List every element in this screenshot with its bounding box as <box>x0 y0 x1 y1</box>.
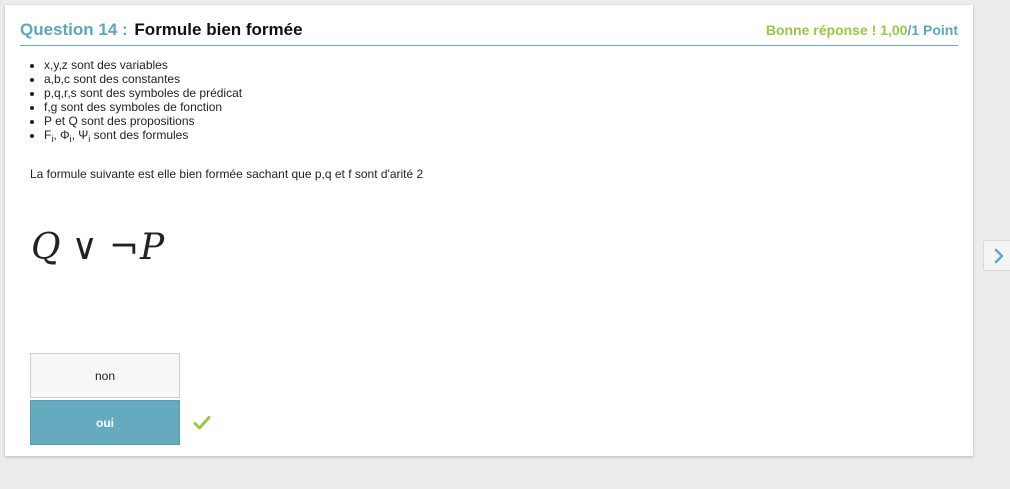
question-card: Question 14 : Formule bien formée Bonne … <box>5 5 973 456</box>
definition-rest: sont des formules <box>90 128 189 142</box>
question-number: Question 14 : <box>20 20 128 39</box>
definition-item: a,b,c sont des constantes <box>44 72 242 86</box>
checkmark-icon <box>193 416 211 430</box>
subscript-i: i <box>51 134 54 144</box>
score-points: /1 Point <box>907 22 958 38</box>
definition-item: Fi, Φi, Ψi sont des formules <box>44 128 242 144</box>
score-result: Bonne réponse ! 1,00 <box>765 22 908 38</box>
formula-display: Q ∨ ¬P <box>31 227 165 268</box>
subscript-i: i <box>69 134 72 144</box>
formula-or: ∨ <box>71 227 99 268</box>
question-heading: Question 14 : Formule bien formée <box>20 20 303 40</box>
answer-oui-button[interactable]: oui <box>30 400 180 445</box>
answer-non-button[interactable]: non <box>30 353 180 398</box>
definition-item: x,y,z sont des variables <box>44 58 242 72</box>
formula-symbol-psi: Ψ <box>78 128 89 142</box>
next-question-button[interactable] <box>983 240 1010 271</box>
definitions-list: x,y,z sont des variables a,b,c sont des … <box>30 58 242 144</box>
definition-item: p,q,r,s sont des symboles de prédicat <box>44 86 242 100</box>
formula-left: Q <box>31 227 62 268</box>
question-header: Question 14 : Formule bien formée Bonne … <box>20 19 958 46</box>
question-title: Formule bien formée <box>134 20 303 39</box>
question-prompt: La formule suivante est elle bien formée… <box>30 167 424 181</box>
definition-item: f,g sont des symboles de fonction <box>44 100 242 114</box>
formula-symbol-phi: Φ <box>60 128 70 142</box>
score-feedback: Bonne réponse ! 1,00/1 Point <box>766 22 958 38</box>
formula-not: ¬ <box>108 227 141 268</box>
chevron-right-icon <box>994 248 1004 264</box>
definition-item: P et Q sont des propositions <box>44 114 242 128</box>
formula-right: P <box>140 227 166 268</box>
